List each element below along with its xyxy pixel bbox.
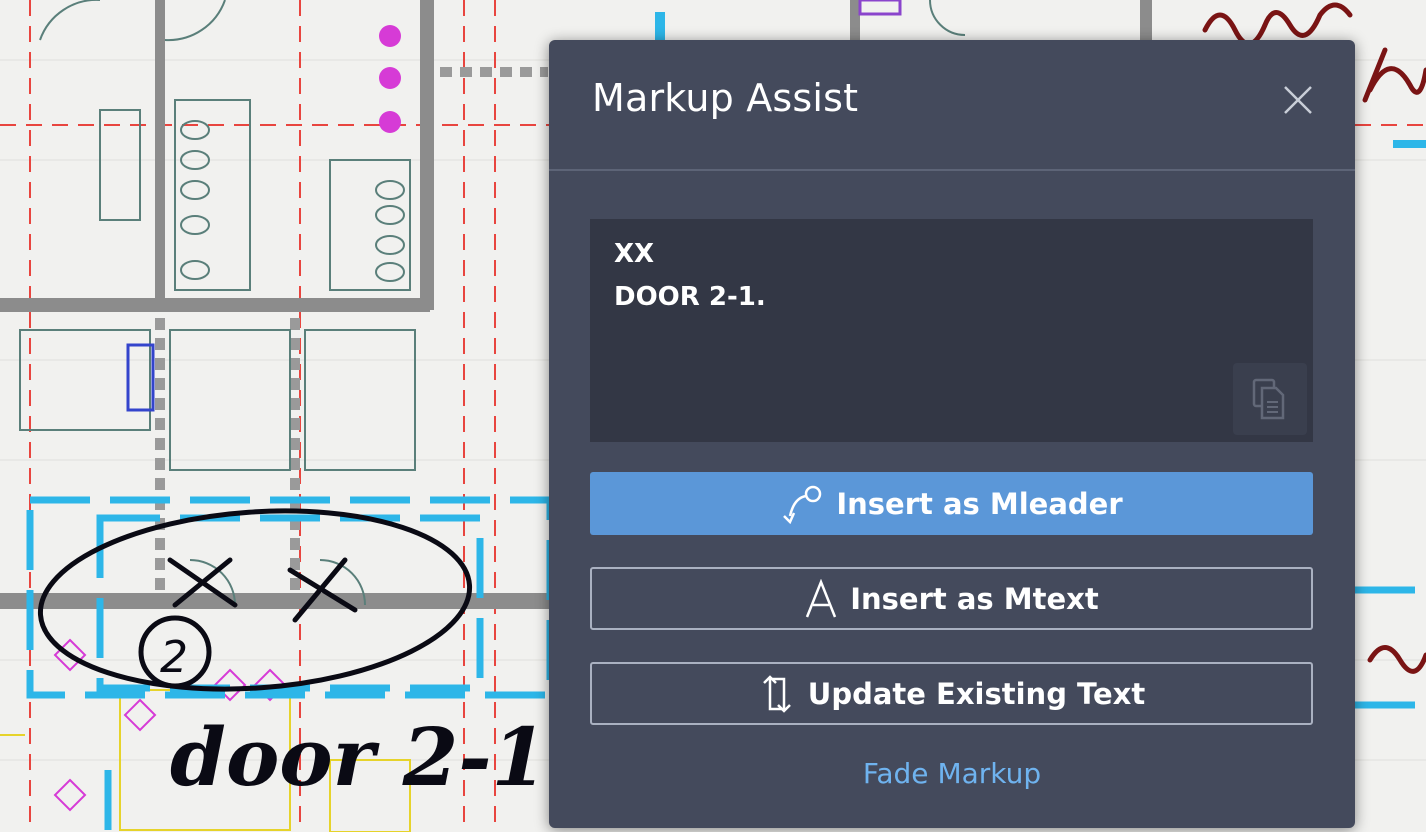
insert-mleader-label: Insert as Mleader	[836, 486, 1123, 521]
copy-button[interactable]	[1233, 363, 1307, 435]
swap-arrows-icon	[758, 673, 796, 715]
copy-icon	[1252, 378, 1285, 420]
fade-markup-link[interactable]: Fade Markup	[549, 757, 1355, 790]
insert-mtext-label: Insert as Mtext	[850, 581, 1099, 616]
insert-mleader-button[interactable]: Insert as Mleader	[590, 472, 1313, 535]
panel-title: Markup Assist	[592, 76, 859, 120]
handwritten-door-note: door 2-1.	[170, 710, 575, 804]
recognized-text: XX DOOR 2-1.	[614, 233, 766, 319]
header-divider	[549, 169, 1355, 171]
close-icon	[1284, 86, 1312, 114]
leader-icon	[780, 484, 824, 524]
handwritten-number: 2	[160, 632, 188, 683]
recognized-text-line-1: XX	[614, 239, 655, 269]
text-a-icon	[804, 578, 838, 619]
update-existing-text-button[interactable]: Update Existing Text	[590, 662, 1313, 725]
panel-header: Markup Assist	[549, 40, 1355, 170]
insert-mtext-button[interactable]: Insert as Mtext	[590, 567, 1313, 630]
recognized-text-line-2: DOOR 2-1.	[614, 282, 766, 312]
update-existing-text-label: Update Existing Text	[807, 676, 1146, 711]
markup-assist-panel: Markup Assist XX DOOR 2-1. Insert as Mle…	[549, 40, 1355, 828]
recognized-text-field[interactable]: XX DOOR 2-1.	[590, 219, 1313, 442]
close-button[interactable]	[1280, 82, 1316, 118]
